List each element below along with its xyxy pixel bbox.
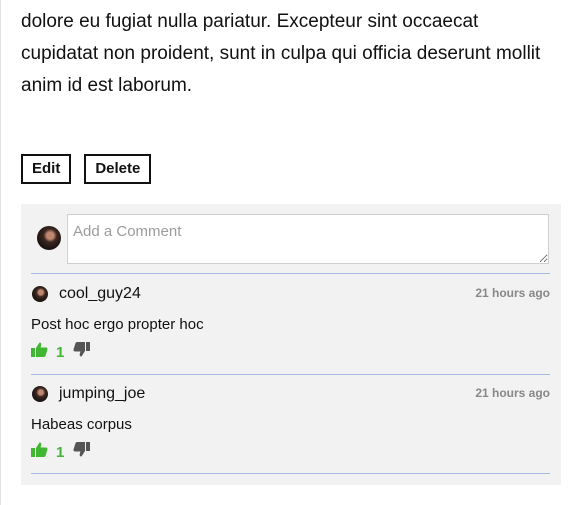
post-actions: Edit Delete [21,154,152,184]
left-border [0,0,1,505]
divider [31,473,550,474]
thumbs-down-icon[interactable] [73,342,91,362]
comment-text: Post hoc ergo propter hoc [31,316,204,333]
comment-timestamp: 21 hours ago [475,286,550,300]
comment-timestamp: 21 hours ago [475,386,550,400]
comment-text: Habeas corpus [31,416,132,433]
comments-section: cool_guy24 21 hours ago Post hoc ergo pr… [21,204,561,485]
upvote-count: 1 [56,343,65,361]
comment-username[interactable]: jumping_joe [59,385,145,403]
avatar [37,226,61,250]
vote-controls: 1 [31,442,91,462]
upvote-count: 1 [56,443,65,461]
thumbs-down-icon[interactable] [73,442,91,462]
comment-item: jumping_joe 21 hours ago Habeas corpus 1 [31,374,550,474]
vote-controls: 1 [31,342,91,362]
thumbs-up-icon[interactable] [31,342,48,362]
thumbs-up-icon[interactable] [31,442,48,462]
delete-button[interactable]: Delete [84,154,152,184]
avatar[interactable] [32,386,48,402]
comment-item: cool_guy24 21 hours ago Post hoc ergo pr… [31,274,550,374]
edit-button[interactable]: Edit [21,154,72,184]
avatar[interactable] [32,286,48,302]
post-body-text: dolore eu fugiat nulla pariatur. Excepte… [21,11,541,96]
comment-input[interactable] [67,214,549,264]
comment-username[interactable]: cool_guy24 [59,285,141,303]
